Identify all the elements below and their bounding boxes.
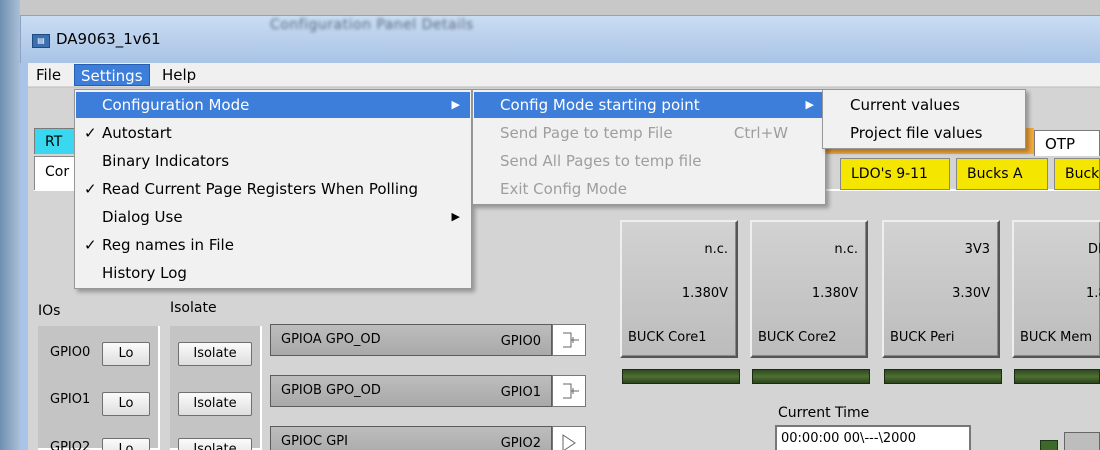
- subtab-bucks-a[interactable]: Bucks A: [956, 158, 1048, 190]
- gpio1-function: GPIOB GPO_OD: [281, 383, 381, 398]
- settings-menu: Configuration Mode ▶ ✓ Autostart Binary …: [74, 89, 472, 289]
- submenu-arrow-icon: ▶: [451, 98, 460, 111]
- current-time-display: 00:00:00 00\---\2000: [775, 425, 971, 450]
- menu-item-label: History Log: [102, 264, 187, 282]
- gpio2-function: GPIOC GPI: [281, 434, 348, 449]
- menu-file[interactable]: File: [30, 64, 67, 86]
- buck-mem-tile[interactable]: DDR 1.80V BUCK Mem: [1012, 220, 1100, 358]
- menu-item-label: Binary Indicators: [102, 152, 230, 170]
- gpio2-function-bar[interactable]: GPIOC GPI GPIO2: [270, 426, 552, 450]
- menu-item-binary-indicators[interactable]: Binary Indicators: [76, 148, 470, 174]
- gpio1-state-button[interactable]: Lo: [102, 392, 150, 416]
- gpio0-pin: GPIO0: [500, 334, 541, 349]
- menu-item-config-mode-starting-point[interactable]: Config Mode starting point ▶: [474, 92, 824, 118]
- buck-peri-led: [884, 369, 1002, 384]
- buck-core1-rail: n.c.: [704, 242, 728, 257]
- buck-core2-led: [752, 369, 870, 384]
- app-window-icon[interactable]: ▤: [32, 34, 50, 48]
- buck-peri-rail: 3V3: [964, 242, 990, 257]
- output-driver-icon: [552, 324, 586, 356]
- gpio1-pin: GPIO1: [500, 385, 541, 400]
- window-title: DA9063_1v61: [56, 30, 161, 48]
- gpio2-label: GPIO2: [50, 440, 91, 450]
- gpio0-label: GPIO0: [50, 345, 91, 360]
- menu-item-label: Configuration Mode: [102, 96, 250, 114]
- starting-point-submenu: Current values Project file values: [822, 89, 1026, 149]
- menu-item-label: Current values: [850, 96, 960, 114]
- menu-item-current-values[interactable]: Current values: [824, 92, 1024, 118]
- menu-bar: File Settings Help: [28, 63, 1100, 87]
- buck-peri-tile[interactable]: 3V3 3.30V BUCK Peri: [882, 220, 1000, 358]
- menu-item-label: Exit Config Mode: [500, 180, 627, 198]
- checkmark-icon: ✓: [84, 236, 97, 254]
- menu-item-label: Project file values: [850, 124, 983, 142]
- buck-peri-name: BUCK Peri: [890, 330, 955, 345]
- input-buffer-icon: [552, 426, 586, 450]
- menu-settings[interactable]: Settings: [74, 64, 150, 86]
- gpio0-isolate-button[interactable]: Isolate: [178, 342, 252, 366]
- menu-item-reg-names-in-file[interactable]: ✓ Reg names in File: [76, 232, 470, 258]
- buck-mem-name: BUCK Mem: [1020, 330, 1093, 345]
- checkmark-icon: ✓: [84, 124, 97, 142]
- gpio2-pin: GPIO2: [500, 436, 541, 450]
- menu-item-label: Send All Pages to temp file: [500, 152, 702, 170]
- menu-item-history-log[interactable]: History Log: [76, 260, 470, 286]
- subtab-bucks-b[interactable]: Buck: [1054, 158, 1100, 190]
- buck-mem-led: [1014, 369, 1100, 384]
- output-driver-icon: [552, 375, 586, 407]
- gpio1-function-bar[interactable]: GPIOB GPO_OD GPIO1: [270, 375, 552, 407]
- window-left-frame: [0, 0, 20, 450]
- buck-core2-name: BUCK Core2: [758, 330, 837, 345]
- gpio0-function-bar[interactable]: GPIOA GPO_OD GPIO0: [270, 324, 552, 356]
- buck-core2-voltage: 1.380V: [811, 286, 858, 301]
- status-led: [1040, 440, 1058, 450]
- gpio2-state-button[interactable]: Lo: [102, 438, 150, 450]
- buck-core2-tile[interactable]: n.c. 1.380V BUCK Core2: [750, 220, 868, 358]
- menu-item-label: Reg names in File: [102, 236, 234, 254]
- title-bar: [20, 15, 1100, 63]
- menu-item-configuration-mode[interactable]: Configuration Mode ▶: [76, 92, 470, 118]
- subtab-ldo-9-11[interactable]: LDO's 9-11: [840, 158, 950, 190]
- menu-item-shortcut: Ctrl+W: [733, 124, 788, 142]
- buck-peri-voltage: 3.30V: [952, 286, 990, 301]
- buck-core2-rail: n.c.: [834, 242, 858, 257]
- menu-item-dialog-use[interactable]: Dialog Use ▶: [76, 204, 470, 230]
- menu-item-label: Read Current Page Registers When Polling: [102, 180, 419, 198]
- gpio1-isolate-button[interactable]: Isolate: [178, 392, 252, 416]
- buck-core1-led: [622, 369, 740, 384]
- partial-control[interactable]: [1064, 432, 1100, 450]
- menu-item-autostart[interactable]: ✓ Autostart: [76, 120, 470, 146]
- menu-item-exit-config-mode[interactable]: Exit Config Mode: [474, 176, 824, 202]
- menu-item-send-page-to-temp-file[interactable]: Send Page to temp File Ctrl+W: [474, 120, 824, 146]
- window-left-border: [20, 63, 28, 450]
- submenu-arrow-icon: ▶: [805, 98, 814, 111]
- menu-help[interactable]: Help: [156, 64, 202, 86]
- ios-label: IOs: [38, 303, 61, 319]
- menu-item-project-file-values[interactable]: Project file values: [824, 120, 1024, 146]
- buck-core1-voltage: 1.380V: [681, 286, 728, 301]
- current-time-label: Current Time: [778, 405, 870, 421]
- checkmark-icon: ✓: [84, 180, 97, 198]
- menu-item-read-current-page[interactable]: ✓ Read Current Page Registers When Polli…: [76, 176, 470, 202]
- menu-item-label: Send Page to temp File: [500, 124, 673, 142]
- menu-item-label: Dialog Use: [102, 208, 183, 226]
- menu-item-send-all-pages[interactable]: Send All Pages to temp file: [474, 148, 824, 174]
- buck-mem-voltage: 1.80V: [1086, 286, 1100, 301]
- buck-core1-name: BUCK Core1: [628, 330, 707, 345]
- gpio1-label: GPIO1: [50, 392, 91, 407]
- submenu-arrow-icon: ▶: [451, 210, 460, 223]
- buck-mem-rail: DDR: [1088, 242, 1100, 257]
- gpio0-function: GPIOA GPO_OD: [281, 332, 381, 347]
- gpio2-isolate-button[interactable]: Isolate: [178, 438, 252, 450]
- buck-core1-tile[interactable]: n.c. 1.380V BUCK Core1: [620, 220, 738, 358]
- menu-item-label: Config Mode starting point: [500, 96, 700, 114]
- blurred-background-title: Configuration Panel Details: [270, 17, 474, 33]
- isolate-label: Isolate: [170, 300, 217, 316]
- menu-item-label: Autostart: [102, 124, 172, 142]
- configuration-mode-submenu: Config Mode starting point ▶ Send Page t…: [472, 89, 826, 205]
- tab-otp[interactable]: OTP: [1034, 130, 1100, 156]
- gpio0-state-button[interactable]: Lo: [102, 342, 150, 366]
